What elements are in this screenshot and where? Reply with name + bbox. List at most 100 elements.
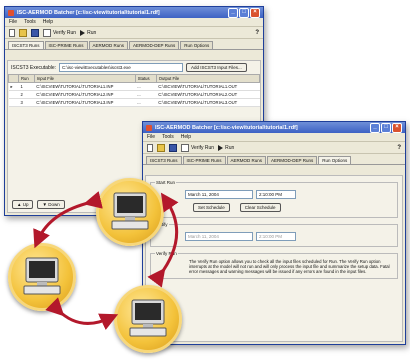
tab-run-options[interactable]: Run Options [180,41,214,49]
new-file-icon[interactable] [147,143,153,152]
notify-date-field[interactable]: March 11, 2004 [185,232,253,241]
tab-aermod-dep[interactable]: AERMOD-DEP Runs [129,41,180,49]
minimize-button[interactable]: _ [228,7,238,18]
set-schedule-button[interactable]: Set Schedule [193,203,230,212]
menu-file[interactable]: File [147,134,155,140]
window-title: ISC-AERMOD Batcher [c:\isc-view\tutorial… [17,9,160,16]
start-run-label: Start Run [155,180,177,185]
col-run[interactable]: Run [18,74,35,83]
schedule-buttons: Set Schedule Clear Schedule [155,201,393,214]
menu-help[interactable]: Help [181,134,191,140]
verify-run-group: Verify Run The Verify Run option allows … [150,251,398,279]
computer-icon [23,257,61,295]
move-down-button[interactable]: ▼ Down [37,200,65,209]
maximize-button[interactable]: □ [239,7,249,18]
cell-input: C:\ISCVIEW\TUTORIAL\TUTORIAL3.INP [34,98,136,107]
help-button[interactable]: ? [397,145,401,151]
notify-group: Notify March 11, 2004 2:10:00 PM [150,222,398,247]
cell-status: ... [135,90,157,99]
close-button[interactable]: × [250,7,260,18]
exe-label: ISCST3 Executable: [11,64,57,71]
row-marker [8,90,19,99]
open-folder-icon[interactable] [157,143,165,152]
workstation-badge-left [8,243,76,311]
computer-icon [129,299,167,337]
row-header [8,74,19,83]
row-marker: ▸ [8,82,19,91]
menu-file[interactable]: File [9,19,17,25]
verify-icon [43,28,51,37]
tab-aermod[interactable]: AERMOD Runs [88,41,129,49]
save-disk-icon[interactable] [31,28,39,37]
verify-run-button[interactable]: Verify Run [181,143,215,152]
app-icon [8,9,14,16]
verify-run-description: The Verify Run option allows you to chec… [189,259,390,275]
cell-input: C:\ISCVIEW\TUTORIAL\TUTORIAL1.INP [34,82,136,91]
close-button[interactable]: × [392,122,402,133]
runs-table: Run Input File Status Output File ▸ 1 C:… [8,74,261,107]
toolbar: Verify Run Run ? [143,142,405,154]
menu-tools[interactable]: Tools [162,134,174,140]
table-row[interactable]: 2 C:\ISCVIEW\TUTORIAL\TUTORIAL2.INP ... … [8,90,260,99]
minimize-button[interactable]: _ [370,122,380,133]
verify-run-label: Verify Run [191,144,215,151]
cell-output: C:\ISCVIEW\TUTORIAL\TUTORIAL1.OUT [156,82,260,91]
move-up-button[interactable]: ▲ Up [12,200,34,209]
app-icon [146,124,152,131]
start-run-group: Start Run March 11, 2004 2:10:00 PM Set … [150,180,398,218]
tab-isc-prime[interactable]: ISC-PRIME Runs [182,156,226,164]
tab-strip: ISCST3 Runs ISC-PRIME Runs AERMOD Runs A… [5,39,263,50]
table-row[interactable]: 3 C:\ISCVIEW\TUTORIAL\TUTORIAL3.INP ... … [8,98,260,107]
cell-output: C:\ISCVIEW\TUTORIAL\TUTORIAL2.OUT [156,90,260,99]
bottom-buttons: ▲ Up ▼ Down [12,200,65,209]
workstation-badge-bottom [114,285,182,353]
cell-input: C:\ISCVIEW\TUTORIAL\TUTORIAL2.INP [34,90,136,99]
verify-run-label: Verify Run [53,29,77,36]
cell-status: ... [135,82,157,91]
notify-time-field[interactable]: 2:10:00 PM [256,232,296,241]
start-run-datetime: March 11, 2004 2:10:00 PM [155,188,393,201]
col-status[interactable]: Status [134,74,157,83]
tab-iscst3[interactable]: ISCST3 Runs [8,41,44,49]
tab-isc-prime[interactable]: ISC-PRIME Runs [44,41,88,49]
cell-run: 1 [18,82,35,91]
tab-iscst3[interactable]: ISCST3 Runs [146,156,182,164]
run-button[interactable]: Run [218,144,235,151]
cell-run: 3 [18,98,35,107]
add-input-files-button[interactable]: Add ISCST3 Input Files... [186,63,247,72]
tab-run-options[interactable]: Run Options [318,156,352,164]
table-row[interactable]: ▸ 1 C:\ISCVIEW\TUTORIAL\TUTORIAL1.INP ..… [8,82,260,91]
row-marker [8,98,19,107]
title-bar: ISC-AERMOD Batcher [c:\isc-view\tutorial… [5,7,263,18]
run-button[interactable]: Run [80,29,96,36]
computer-icon [111,192,149,230]
cell-run: 2 [18,90,35,99]
play-icon [218,144,224,151]
cell-status: ... [135,98,157,107]
play-icon [80,29,86,36]
menu-bar: File Tools Help [5,18,263,27]
menu-tools[interactable]: Tools [24,19,36,25]
notify-datetime: March 11, 2004 2:10:00 PM [155,230,393,243]
help-button[interactable]: ? [255,30,259,36]
maximize-button[interactable]: □ [381,122,391,133]
open-folder-icon[interactable] [19,28,27,37]
col-input-file[interactable]: Input File [33,74,136,83]
front-window: ISC-AERMOD Batcher [c:\isc-view\tutorial… [142,121,406,345]
menu-help[interactable]: Help [43,19,53,25]
col-output-file[interactable]: Output File [155,74,261,83]
toolbar: Verify Run Run ? [5,27,263,39]
start-date-field[interactable]: March 11, 2004 [185,190,253,199]
verify-run-group-label: Verify Run [155,251,178,256]
exe-path-field[interactable]: C:\isc-view\Executables\iscst3.exe [59,63,184,72]
clear-schedule-button[interactable]: Clear Schedule [239,203,281,212]
menu-bar: File Tools Help [143,133,405,142]
new-file-icon[interactable] [9,28,15,37]
save-disk-icon[interactable] [169,143,177,152]
tab-strip: ISCST3 Runs ISC-PRIME Runs AERMOD Runs A… [143,154,405,165]
tab-aermod-dep[interactable]: AERMOD-DEP Runs [267,156,318,164]
run-label: Run [225,144,235,151]
start-time-field[interactable]: 2:10:00 PM [256,190,296,199]
verify-run-button[interactable]: Verify Run [43,28,77,37]
tab-aermod[interactable]: AERMOD Runs [226,156,267,164]
